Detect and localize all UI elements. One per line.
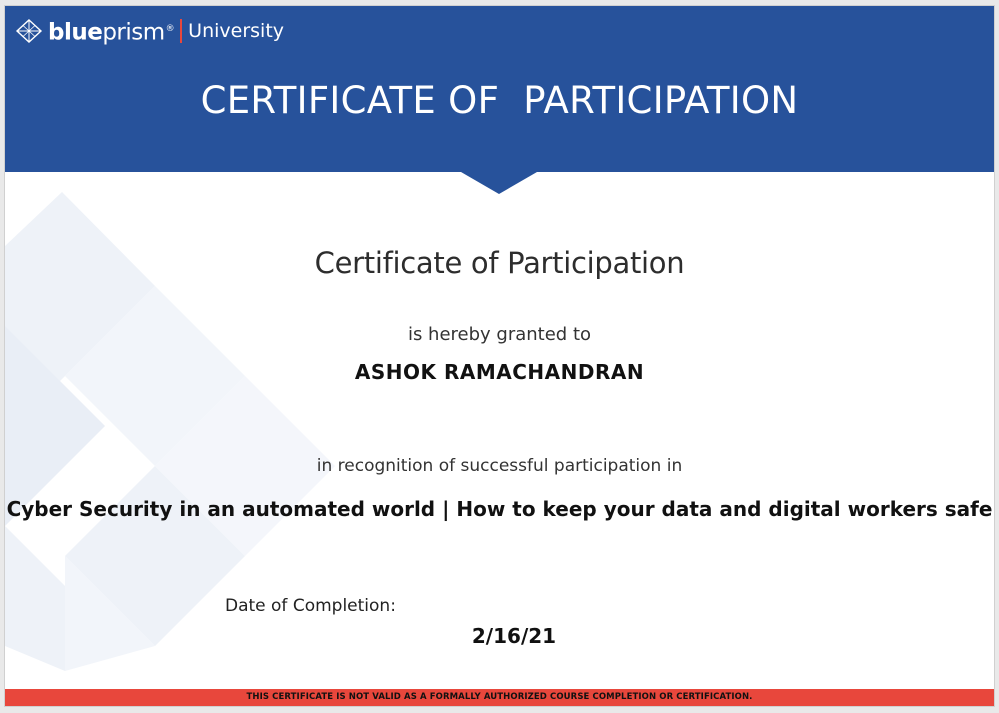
- date-label: Date of Completion:: [225, 596, 396, 616]
- completion-date: 2/16/21: [471, 624, 557, 648]
- footer-disclaimer: THIS CERTIFICATE IS NOT VALID AS A FORMA…: [5, 689, 994, 706]
- certificate-heading: Certificate of Participation: [314, 246, 685, 280]
- certificate-page: blueprism® University CERTIFICATE OF PAR…: [5, 6, 994, 706]
- brand-subtitle: University: [188, 20, 285, 42]
- registered-mark: ®: [165, 24, 175, 35]
- header-title: CERTIFICATE OF PARTICIPATION: [200, 79, 799, 122]
- brand-name: blueprism®: [48, 14, 175, 48]
- brand-name-bold: blue: [48, 19, 103, 46]
- brand-name-light: prism: [102, 19, 165, 46]
- brand-logo: blueprism® University: [15, 16, 284, 46]
- header-notch: [461, 172, 537, 194]
- prism-logo-icon: [15, 19, 43, 43]
- recipient-name: ASHOK RAMACHANDRAN: [354, 360, 645, 384]
- granted-text: is hereby granted to: [407, 324, 592, 345]
- course-title: Cyber Security in an automated world | H…: [6, 497, 993, 521]
- logo-divider: [180, 19, 183, 43]
- recognition-text: in recognition of successful participati…: [316, 456, 683, 476]
